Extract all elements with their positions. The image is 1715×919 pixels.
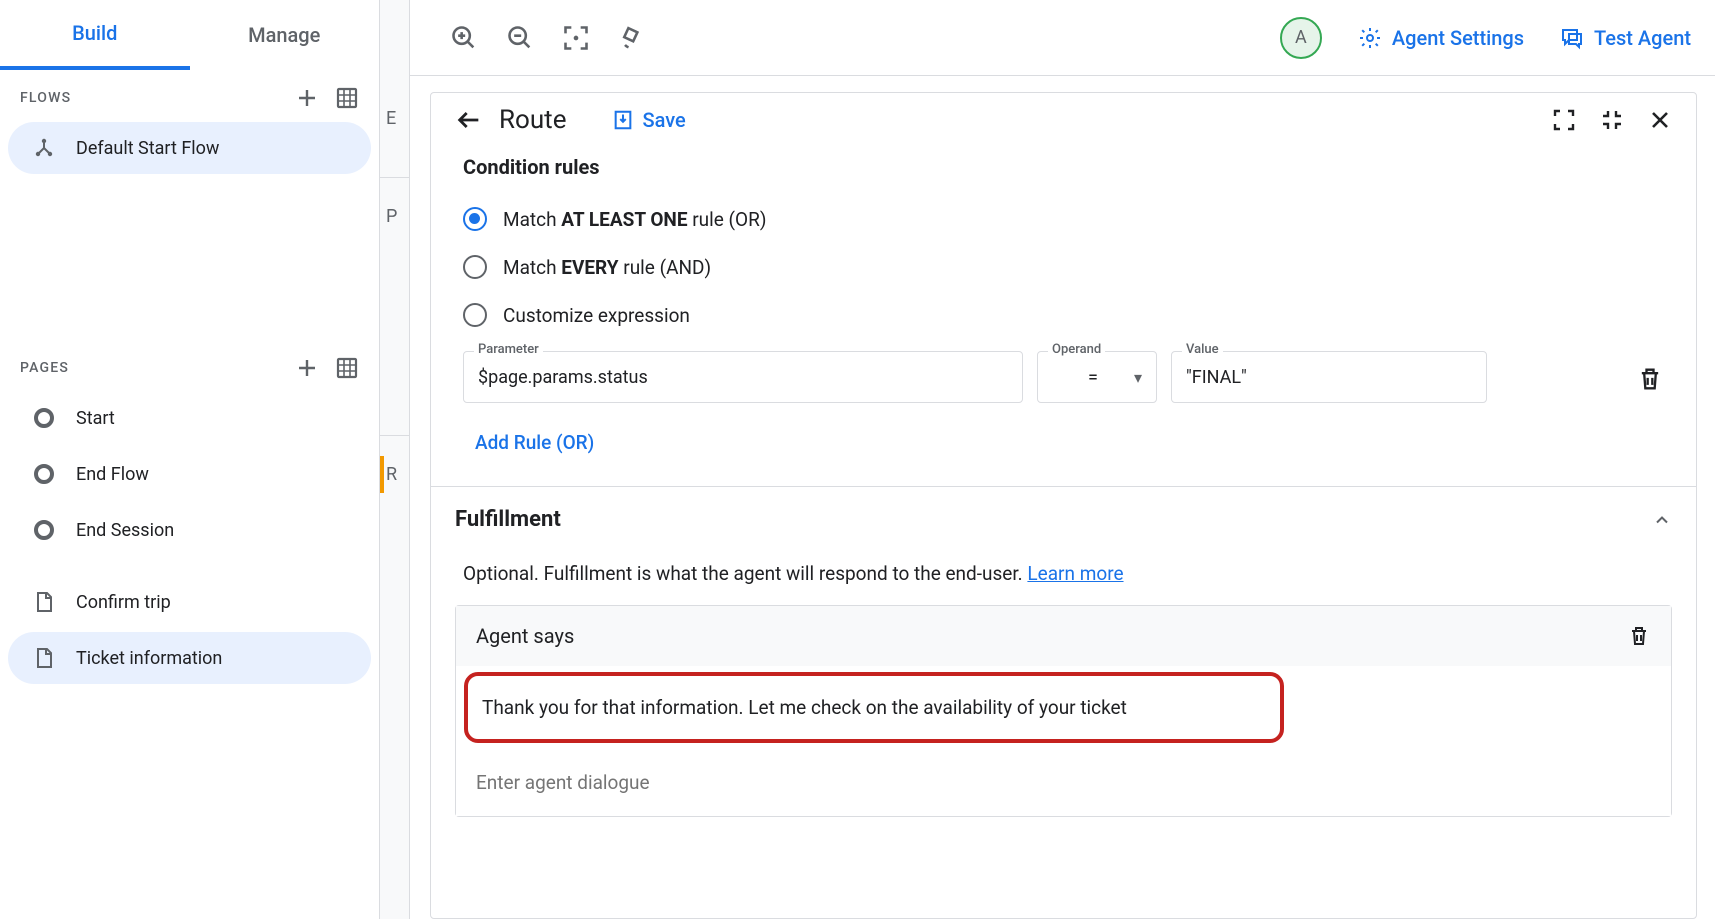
agent-says-text[interactable]: Thank you for that information. Let me c… xyxy=(464,672,1284,743)
main-area: A Agent Settings Test Agent Route xyxy=(410,0,1715,919)
value-value[interactable] xyxy=(1186,367,1472,388)
radio-icon xyxy=(463,207,487,231)
file-icon xyxy=(32,646,56,670)
operand-select[interactable]: Operand = ▾ xyxy=(1037,351,1157,403)
delete-rule-icon[interactable] xyxy=(1636,365,1664,393)
radio-label: Match AT LEAST ONE rule (OR) xyxy=(503,208,766,231)
agent-says-box: Agent says Thank you for that informatio… xyxy=(455,605,1672,817)
collapse-icon[interactable] xyxy=(1600,108,1624,132)
page-label: End Session xyxy=(76,520,174,541)
save-icon xyxy=(612,109,634,131)
radio-at-least-one[interactable]: Match AT LEAST ONE rule (OR) xyxy=(455,199,1672,239)
agent-settings-button[interactable]: Agent Settings xyxy=(1358,26,1524,50)
fulfillment-description: Optional. Fulfillment is what the agent … xyxy=(455,536,1672,605)
close-icon[interactable] xyxy=(1648,108,1672,132)
operand-label: Operand xyxy=(1048,342,1105,357)
route-panel: Route Save Condition rules xyxy=(430,92,1697,919)
flow-icon xyxy=(32,136,56,160)
add-page-icon[interactable] xyxy=(295,356,319,380)
zoom-in-icon[interactable] xyxy=(450,24,478,52)
radio-customize[interactable]: Customize expression xyxy=(455,295,1672,335)
page-label: Confirm trip xyxy=(76,592,171,613)
panel-header: Route Save xyxy=(431,93,1696,147)
circle-icon xyxy=(32,406,56,430)
fulfillment-title: Fulfillment xyxy=(455,507,561,532)
page-item-confirm-trip[interactable]: Confirm trip xyxy=(8,576,371,628)
delete-response-icon[interactable] xyxy=(1627,624,1651,648)
flow-label: Default Start Flow xyxy=(76,138,219,159)
chevron-down-icon: ▾ xyxy=(1134,368,1142,387)
radio-every[interactable]: Match EVERY rule (AND) xyxy=(455,247,1672,287)
page-item-start[interactable]: Start xyxy=(8,392,371,444)
page-label: Ticket information xyxy=(76,648,222,669)
agent-dialogue-input[interactable] xyxy=(456,749,1671,816)
reset-icon[interactable] xyxy=(618,24,646,52)
fulfillment-section: Fulfillment Optional. Fulfillment is wha… xyxy=(431,486,1696,817)
panel-title: Route xyxy=(499,105,566,135)
parameter-input[interactable]: Parameter xyxy=(463,351,1023,403)
sidebar: Build Manage FLOWS Default Start Flow PA… xyxy=(0,0,380,919)
gutter-letter: P xyxy=(380,198,409,235)
flows-header: FLOWS xyxy=(20,90,71,106)
save-button[interactable]: Save xyxy=(612,108,685,132)
avatar[interactable]: A xyxy=(1280,17,1322,59)
value-input[interactable]: Value xyxy=(1171,351,1487,403)
test-agent-button[interactable]: Test Agent xyxy=(1560,26,1691,50)
pages-header: PAGES xyxy=(20,360,69,376)
page-item-end-flow[interactable]: End Flow xyxy=(8,448,371,500)
gutter-letter: E xyxy=(380,100,409,137)
tab-manage[interactable]: Manage xyxy=(190,0,380,70)
sidebar-tabs: Build Manage xyxy=(0,0,379,70)
add-rule-button[interactable]: Add Rule (OR) xyxy=(455,403,614,486)
radio-icon xyxy=(463,255,487,279)
operand-value: = xyxy=(1052,367,1134,388)
test-agent-label: Test Agent xyxy=(1594,26,1691,50)
save-label: Save xyxy=(642,108,685,132)
radio-icon xyxy=(463,303,487,327)
condition-rule-row: Parameter Operand = ▾ Value xyxy=(455,343,1672,403)
canvas-gutter: E P R xyxy=(380,0,410,919)
pages-section: PAGES Start End Flow End Session xyxy=(0,340,379,919)
page-label: End Flow xyxy=(76,464,149,485)
chat-icon xyxy=(1560,26,1584,50)
chevron-up-icon[interactable] xyxy=(1652,510,1672,530)
radio-label: Match EVERY rule (AND) xyxy=(503,256,711,279)
flow-item-default[interactable]: Default Start Flow xyxy=(8,122,371,174)
agent-says-title: Agent says xyxy=(476,624,574,648)
agent-settings-label: Agent Settings xyxy=(1392,26,1524,50)
value-label: Value xyxy=(1182,342,1223,357)
page-label: Start xyxy=(76,408,115,429)
circle-icon xyxy=(32,518,56,542)
radio-label: Customize expression xyxy=(503,304,690,327)
file-icon xyxy=(32,590,56,614)
page-item-end-session[interactable]: End Session xyxy=(8,504,371,556)
back-icon[interactable] xyxy=(455,106,483,134)
condition-rules-title: Condition rules xyxy=(455,147,1672,199)
flows-grid-icon[interactable] xyxy=(335,86,359,110)
tab-build[interactable]: Build xyxy=(0,0,190,70)
pages-grid-icon[interactable] xyxy=(335,356,359,380)
zoom-out-icon[interactable] xyxy=(506,24,534,52)
parameter-label: Parameter xyxy=(474,342,543,357)
topbar: A Agent Settings Test Agent xyxy=(410,0,1715,76)
expand-icon[interactable] xyxy=(1552,108,1576,132)
fit-view-icon[interactable] xyxy=(562,24,590,52)
gutter-letter: R xyxy=(380,456,409,493)
circle-icon xyxy=(32,462,56,486)
page-item-ticket-information[interactable]: Ticket information xyxy=(8,632,371,684)
parameter-value[interactable] xyxy=(478,367,1008,388)
gear-icon xyxy=(1358,26,1382,50)
flows-section: FLOWS Default Start Flow xyxy=(0,70,379,340)
add-flow-icon[interactable] xyxy=(295,86,319,110)
learn-more-link[interactable]: Learn more xyxy=(1027,562,1123,585)
